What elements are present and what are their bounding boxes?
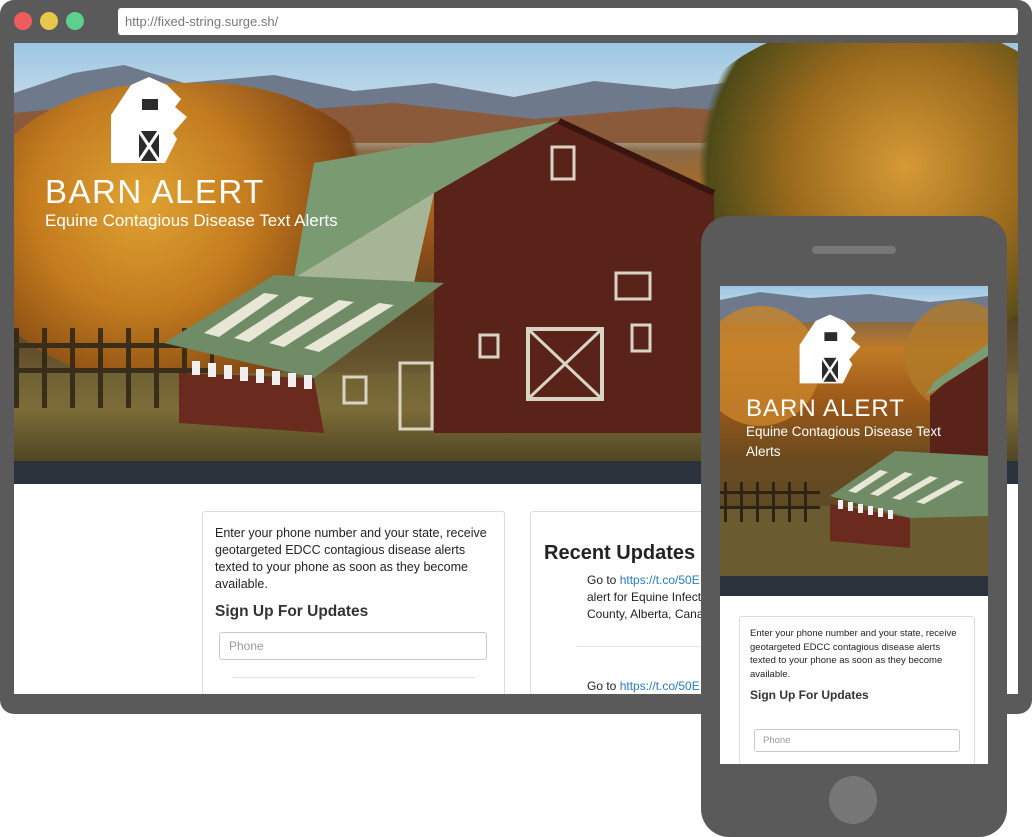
mobile-site-title: BARN ALERT [746,395,905,422]
signup-card: Enter your phone number and your state, … [202,511,505,694]
phone-input[interactable] [219,632,487,660]
mobile-site-subtitle: Equine Contagious Disease Text Alerts [746,424,941,459]
signup-description: Enter your phone number and your state, … [215,526,487,591]
mobile-hero-banner: BARN ALERT Equine Contagious Disease Tex… [720,286,988,576]
phone-speaker [812,246,896,254]
mobile-phone-input[interactable] [754,729,960,752]
barn-logo-icon [799,314,861,384]
site-subtitle: Equine Contagious Disease Text Alerts [45,211,338,230]
close-window-button[interactable] [14,12,32,30]
address-bar[interactable]: http://fixed-string.surge.sh/ [118,8,1018,35]
mobile-screen: BARN ALERT Equine Contagious Disease Tex… [720,286,988,764]
update-link[interactable]: https://t.co/50E [620,573,700,587]
phone-home-button[interactable] [829,776,877,824]
update-prefix: Go to [587,679,620,693]
minimize-window-button[interactable] [40,12,58,30]
mobile-signup-card: Enter your phone number and your state, … [739,616,975,764]
signup-heading: Sign Up For Updates [215,603,369,620]
update-link[interactable]: https://t.co/50E [620,679,700,693]
divider [233,677,475,678]
update-text: County, Alberta, Cana [587,607,704,621]
update-text: alert for Equine Infecti [587,590,704,604]
update-prefix: Go to [587,573,620,587]
mobile-nav-strip [720,576,988,596]
site-title: BARN ALERT [45,173,265,210]
mobile-signup-description: Enter your phone number and your state, … [750,628,957,680]
barn-logo-icon [111,77,187,163]
maximize-window-button[interactable] [66,12,84,30]
mobile-signup-heading: Sign Up For Updates [750,688,869,702]
mobile-phone-mockup: BARN ALERT Equine Contagious Disease Tex… [701,216,1007,837]
